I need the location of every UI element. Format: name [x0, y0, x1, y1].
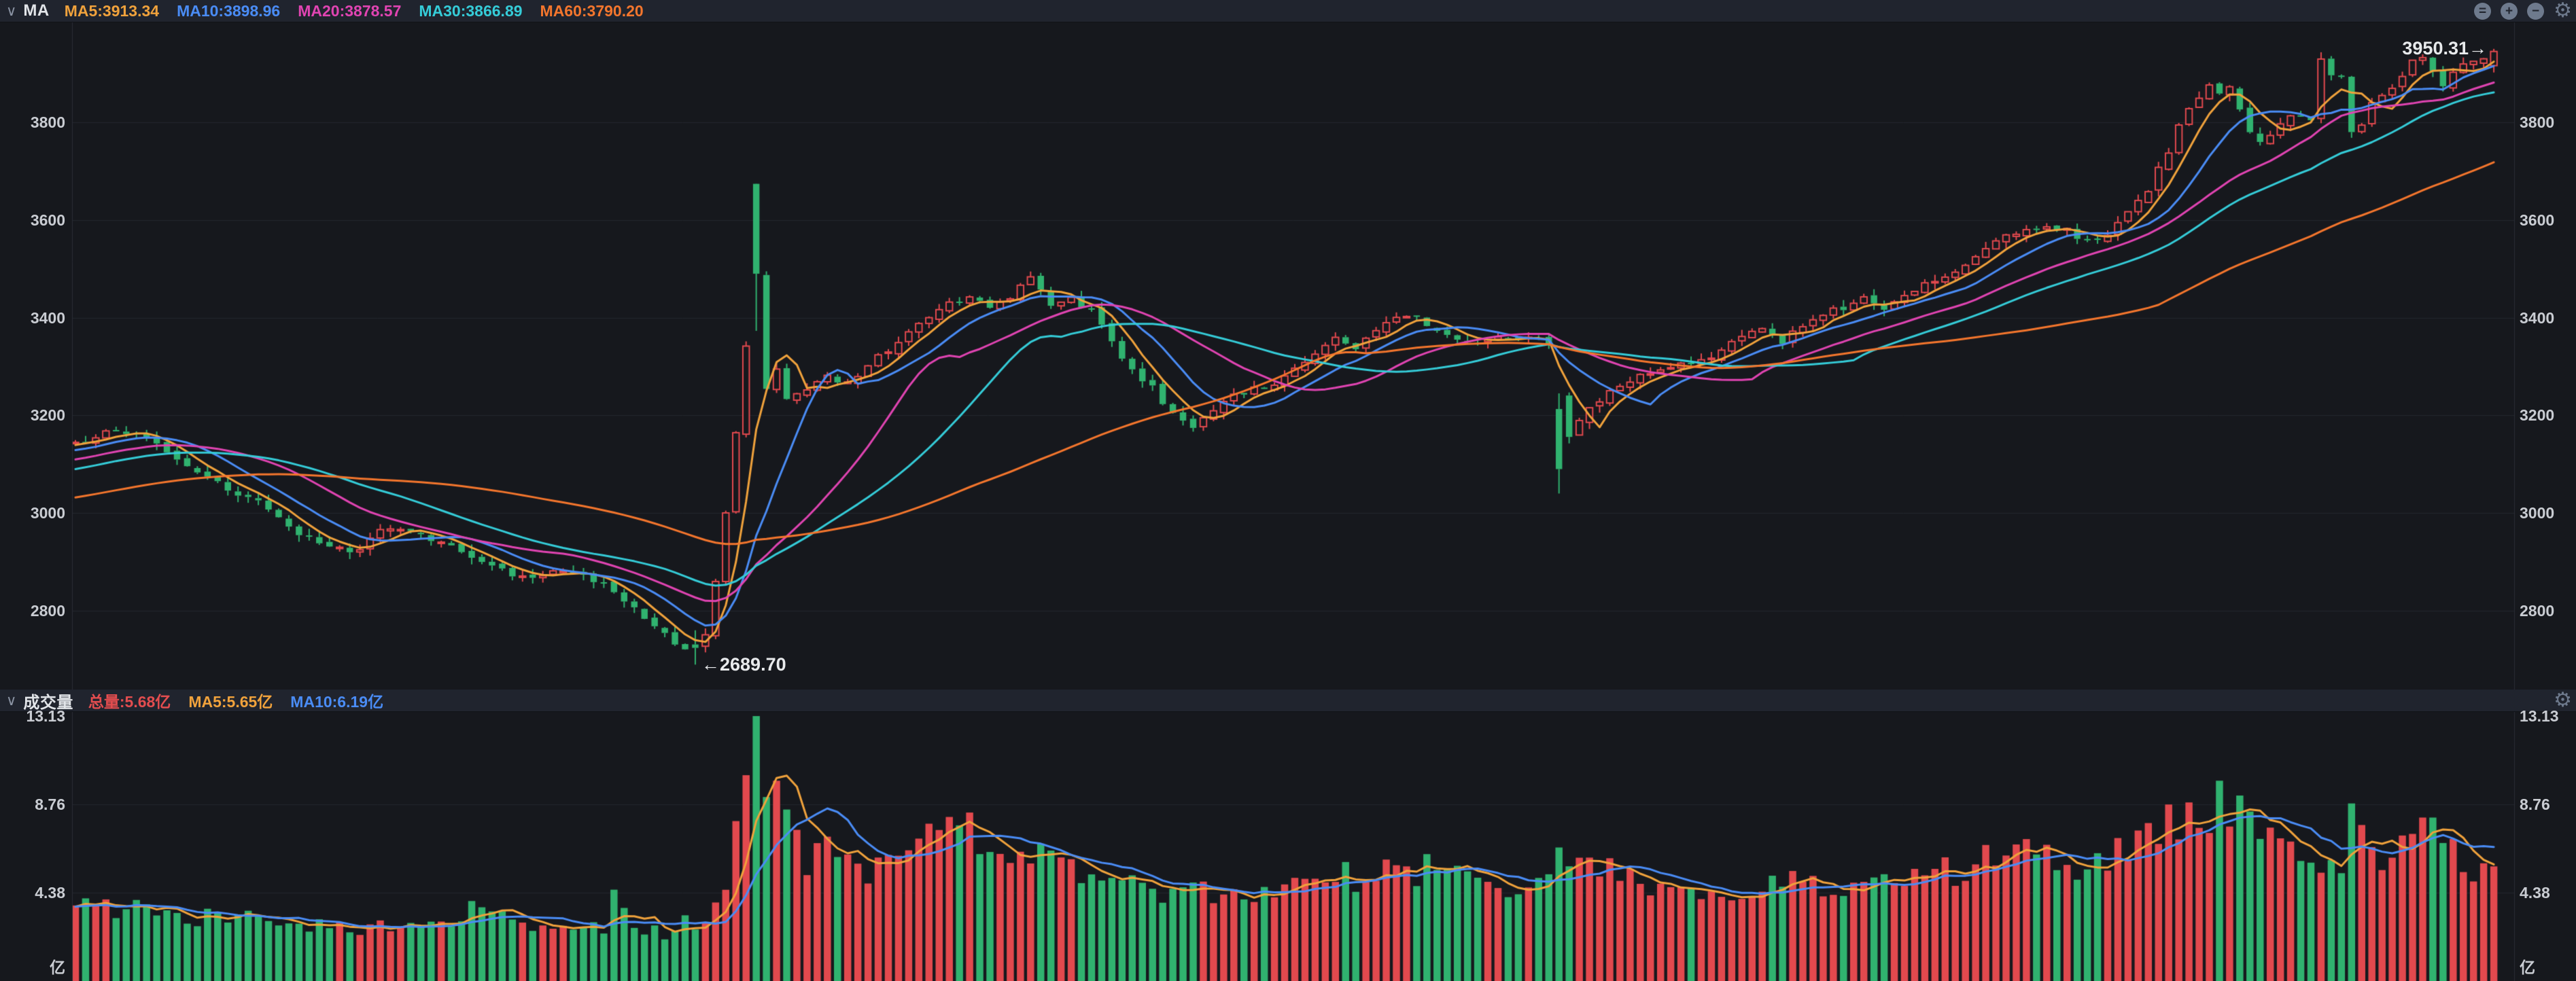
- price-axis-tick: 3800: [0, 113, 65, 132]
- volume-axis-tick: 8.76: [2520, 795, 2574, 814]
- volume-axis-tick: 13.13: [0, 707, 65, 726]
- collapse-price-pane-icon[interactable]: ∨: [6, 0, 16, 22]
- volume-axis-tick: 4.38: [2520, 883, 2574, 902]
- price-axis-tick: 3600: [2520, 211, 2574, 230]
- ma-legend-item: MA20:3878.57: [298, 2, 401, 20]
- latest-price-annotation: 3950.31→: [2402, 38, 2487, 59]
- ma-legend-item: MA5:3913.34: [65, 2, 159, 20]
- ma-legend-item: MA60:3790.20: [540, 2, 644, 20]
- zoom-out-button[interactable]: −: [2527, 3, 2544, 20]
- ma-legend-item: MA10:3898.96: [177, 2, 280, 20]
- settings-gear-icon[interactable]: ⚙: [2554, 1, 2572, 21]
- price-axis-tick: 3400: [0, 308, 65, 327]
- volume-legend-item: MA10:6.19亿: [290, 693, 383, 711]
- volume-axis-unit: 亿: [2520, 958, 2574, 977]
- price-axis-tick: 3400: [2520, 308, 2574, 327]
- volume-axis-tick: 13.13: [2520, 707, 2574, 726]
- price-axis-tick: 2800: [0, 601, 65, 620]
- volume-legend-item: MA5:5.65亿: [188, 693, 273, 711]
- price-axis-tick: 3600: [0, 211, 65, 230]
- price-axis-tick: 3200: [0, 406, 65, 425]
- candlestick-chart-canvas[interactable]: [0, 0, 2576, 981]
- volume-axis-tick: 8.76: [0, 795, 65, 814]
- ma-legend-item: MA30:3866.89: [419, 2, 522, 20]
- volume-legend-item: 总量:5.68亿: [88, 693, 171, 711]
- volume-axis-tick: 4.38: [0, 883, 65, 902]
- ma-legend: MA5:3913.34 MA10:3898.96 MA20:3878.57 MA30:…: [65, 2, 661, 20]
- price-axis-tick: 3200: [2520, 406, 2574, 425]
- chart-toolbar: = + − ⚙: [2474, 1, 2576, 21]
- volume-axis-unit: 亿: [0, 958, 65, 977]
- price-axis-tick: 2800: [2520, 601, 2574, 620]
- price-pane-title: MA: [23, 1, 49, 20]
- low-price-annotation: ←2689.70: [701, 654, 786, 675]
- volume-header-bar: ∨ 成交量 总量:5.68亿MA5:5.65亿MA10:6.19亿 ⚙: [0, 690, 2576, 712]
- reset-zoom-button[interactable]: =: [2474, 3, 2491, 20]
- kline-app: ∨ MA MA5:3913.34 MA10:3898.96 MA20:3878.57…: [0, 0, 2576, 981]
- price-axis-tick: 3800: [2520, 113, 2574, 132]
- zoom-in-button[interactable]: +: [2501, 3, 2518, 20]
- volume-legend: 总量:5.68亿 MA5:5.65亿 MA10:6.19亿: [88, 689, 401, 712]
- price-axis-tick: 3000: [2520, 503, 2574, 522]
- indicator-header-bar: ∨ MA MA5:3913.34 MA10:3898.96 MA20:3878.57…: [0, 0, 2576, 22]
- price-axis-tick: 3000: [0, 503, 65, 522]
